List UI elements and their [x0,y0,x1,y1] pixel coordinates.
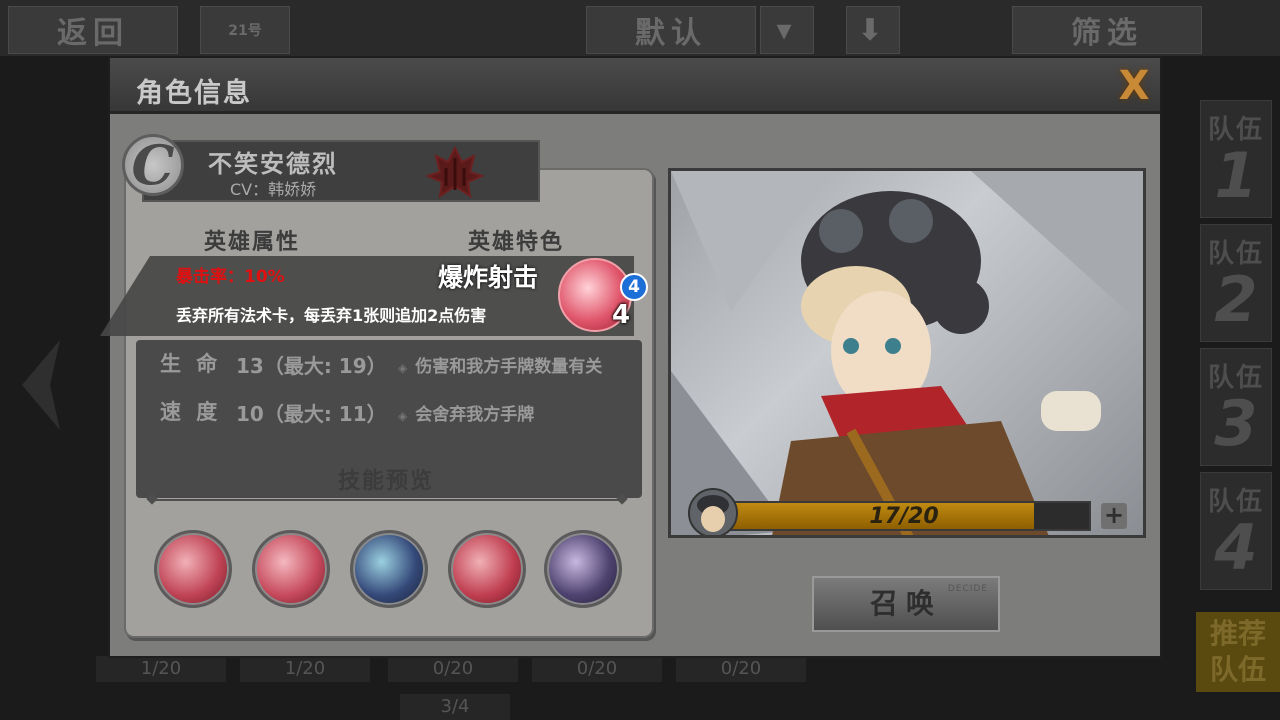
skill-icon-2[interactable] [252,530,330,608]
recommend-team-button[interactable]: 推荐 队伍 [1196,612,1280,692]
number-tab-label: 21号 [228,23,262,39]
class-emblem-icon [425,146,485,198]
voice-actor: CV：韩娇娇 [230,180,317,199]
skill-icon-5[interactable] [544,530,622,608]
hero-name: 不笑安德烈 [208,150,338,178]
team-slot-1[interactable]: 队伍 1 [1200,100,1272,218]
slot-count: 0/20 [388,656,518,682]
filter-label: 筛选 [1071,16,1143,51]
left-arrow-icon[interactable] [10,330,70,440]
feature-item: ◈ 会舍弃我方手牌 [398,400,534,425]
hero-illustration [671,171,1143,535]
team-number: 2 [1214,263,1258,336]
team-number: 3 [1214,387,1258,460]
character-info-modal: 角色信息 X 不笑安德烈 CV：韩娇娇 C 英雄属性 英雄特色 生 命 13（最… [108,56,1162,658]
back-label: 返回 [57,16,129,51]
speed-label: 速 度 [160,400,222,424]
summon-label: 召唤 [869,587,942,620]
skills-title: 技能预览 [338,469,435,494]
skill-cost-badge: 4 [620,273,648,301]
team-slot-4[interactable]: 队伍 4 [1200,472,1272,590]
download-icon[interactable]: ⬇ [846,6,900,54]
team-number: 1 [1214,139,1258,212]
feature-text: 会舍弃我方手牌 [415,405,535,425]
team-slot-3[interactable]: 队伍 3 [1200,348,1272,466]
default-sort-label: 默认 [635,16,707,51]
slot-count: 1/20 [96,656,226,682]
features-title: 英雄特色 [468,230,565,255]
diamond-icon: ◈ [398,361,408,375]
skill-cooldown: 4 [612,300,631,330]
slot-count: 0/20 [532,656,662,682]
recommend-label: 推荐 [1209,617,1266,650]
modal-title: 角色信息 [136,78,252,109]
attributes-title: 英雄属性 [204,230,301,255]
hp-bar: 17/20 [717,501,1091,531]
summon-button[interactable]: 召唤 DECIDE [812,576,1000,632]
diamond-icon: ◈ [398,409,408,423]
rank-badge: C [122,134,184,196]
hp-bar-text: 17/20 [869,504,939,529]
recommend-label-team: 队伍 [1209,653,1266,686]
skill-name: 爆炸射击 [438,263,539,292]
feature-item: ◈ 伤害和我方手牌数量有关 [398,352,602,377]
number-tab[interactable]: 21号 [200,6,290,54]
back-button[interactable]: 返回 [8,6,178,54]
filter-button[interactable]: 筛选 [1012,6,1202,54]
page-indicator: 3/4 [400,694,510,720]
skill-icon-1[interactable] [154,530,232,608]
hp-value: 13（最大: 19） [236,354,387,378]
modal-header: 角色信息 X [110,58,1160,114]
hp-label: 生 命 [160,352,222,376]
summon-sub-label: DECIDE [947,584,988,594]
hero-name-bar: 不笑安德烈 CV：韩娇娇 [142,140,540,202]
crit-rate: 暴击率：10% [176,267,285,287]
sort-down-icon[interactable]: ▾ [760,6,814,54]
divider [152,499,622,501]
skill-icon-3[interactable] [350,530,428,608]
close-icon[interactable]: X [1114,66,1154,106]
slot-count: 1/20 [240,656,370,682]
skill-icon-4[interactable] [448,530,526,608]
team-number: 4 [1214,511,1258,584]
speed-value: 10（最大: 11） [236,402,387,426]
default-sort-button[interactable]: 默认 [586,6,756,54]
mini-avatar [688,488,738,535]
add-hp-button[interactable]: + [1101,503,1127,529]
skill-description: 丢弃所有法术卡，每丢弃1张则追加2点伤害 [176,306,487,325]
team-slot-2[interactable]: 队伍 2 [1200,224,1272,342]
slot-count: 0/20 [676,656,806,682]
feature-text: 伤害和我方手牌数量有关 [415,357,603,377]
hero-portrait: 17/20 + [668,168,1146,538]
